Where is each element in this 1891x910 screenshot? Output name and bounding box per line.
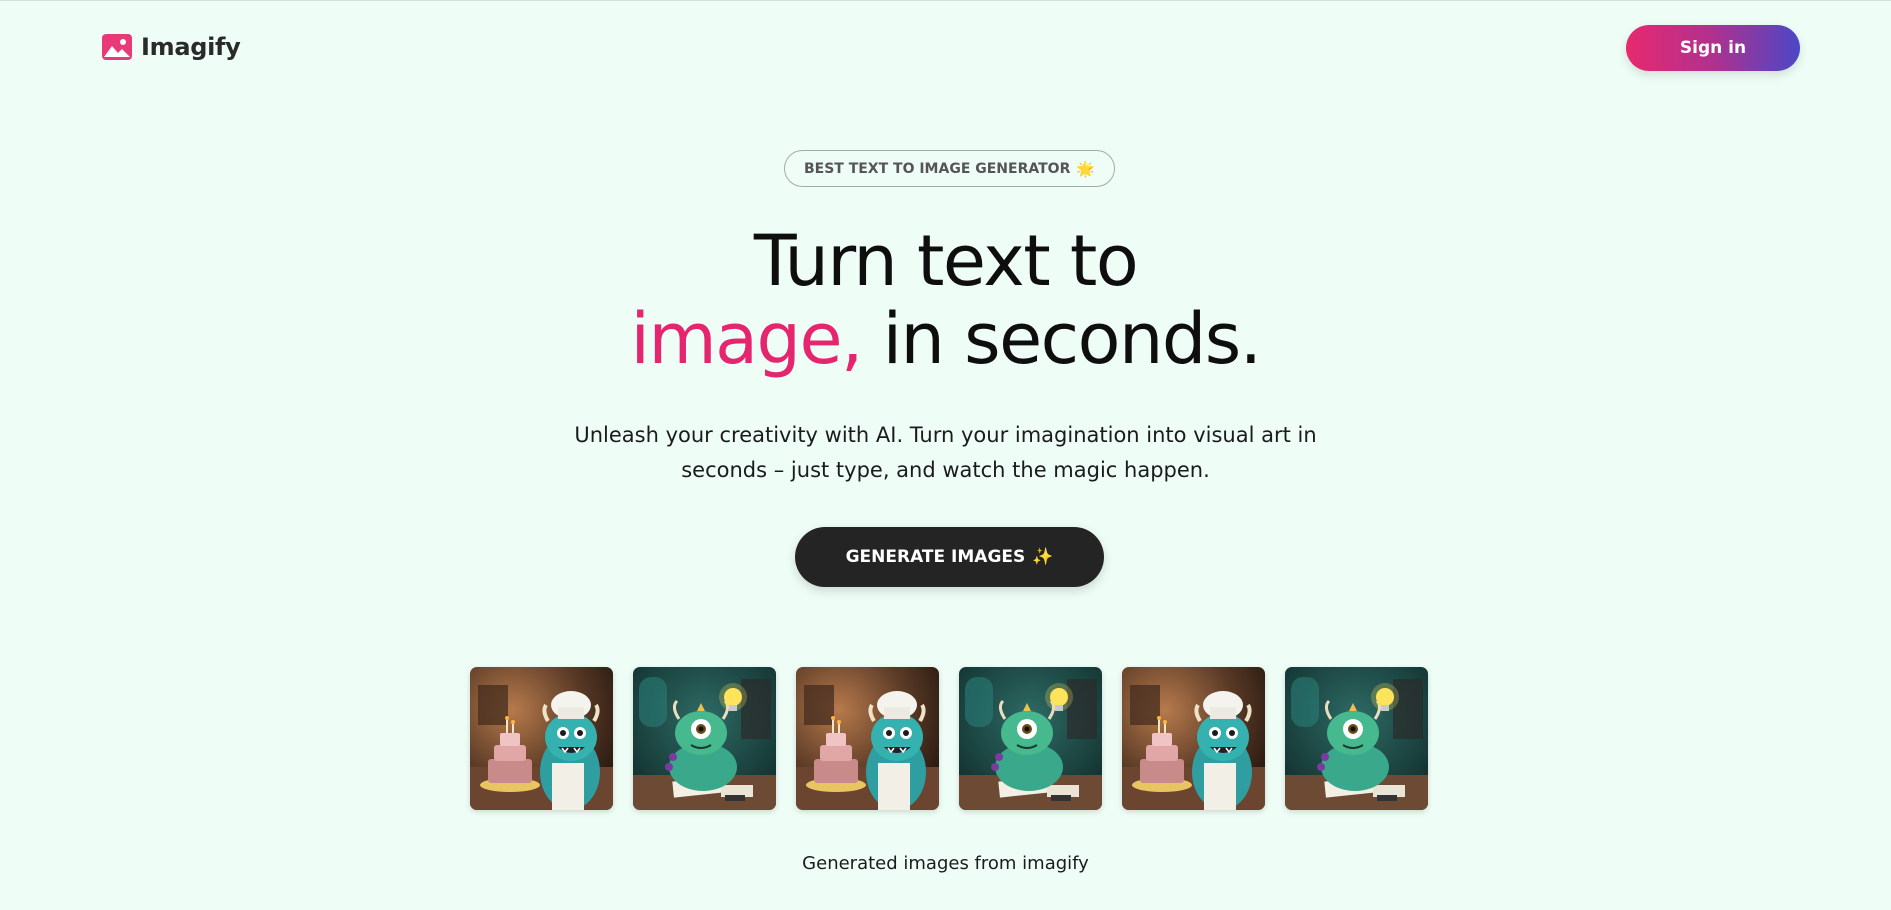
gallery-caption: Generated images from imagify (802, 853, 1089, 874)
gallery-image-2[interactable] (633, 667, 776, 810)
gallery-image-1[interactable] (470, 667, 613, 810)
sun-icon: 🌟 (1076, 159, 1096, 178)
brand-logo[interactable]: Imagify (101, 30, 241, 64)
hero-line-2: in seconds. (882, 298, 1262, 380)
gallery-image-6[interactable] (1285, 667, 1428, 810)
hero-subtitle: Unleash your creativity with AI. Turn yo… (560, 418, 1331, 488)
sparkle-icon: ✨ (1032, 547, 1054, 567)
monster-writing-lightbulb-image (633, 667, 776, 810)
site-header: Imagify Sign in (0, 0, 1891, 96)
image-icon (102, 34, 132, 60)
brand-name: Imagify (141, 33, 241, 61)
monster-chef-cake-image (796, 667, 939, 810)
monster-chef-cake-image (1122, 667, 1265, 810)
hero-heading: Turn text to image, in seconds. (0, 222, 1891, 378)
badge-text: BEST TEXT TO IMAGE GENERATOR (803, 160, 1071, 177)
gallery-image-3[interactable] (796, 667, 939, 810)
monster-writing-lightbulb-image (1285, 667, 1428, 810)
gallery-image-4[interactable] (959, 667, 1102, 810)
hero-line-1: Turn text to (753, 220, 1139, 302)
hero-accent-word: image, (630, 298, 864, 380)
generate-images-button[interactable]: GENERATE IMAGES ✨ (795, 527, 1104, 587)
subtitle-line-1: Unleash your creativity with AI. Turn yo… (574, 423, 1317, 447)
tagline-badge: BEST TEXT TO IMAGE GENERATOR 🌟 (784, 150, 1115, 187)
gallery-image-5[interactable] (1122, 667, 1265, 810)
generated-images-gallery (470, 667, 1430, 810)
sign-in-button[interactable]: Sign in (1626, 25, 1800, 71)
generate-label: GENERATE IMAGES (845, 547, 1026, 567)
monster-writing-lightbulb-image (959, 667, 1102, 810)
subtitle-line-2: seconds – just type, and watch the magic… (681, 458, 1210, 482)
monster-chef-cake-image (470, 667, 613, 810)
